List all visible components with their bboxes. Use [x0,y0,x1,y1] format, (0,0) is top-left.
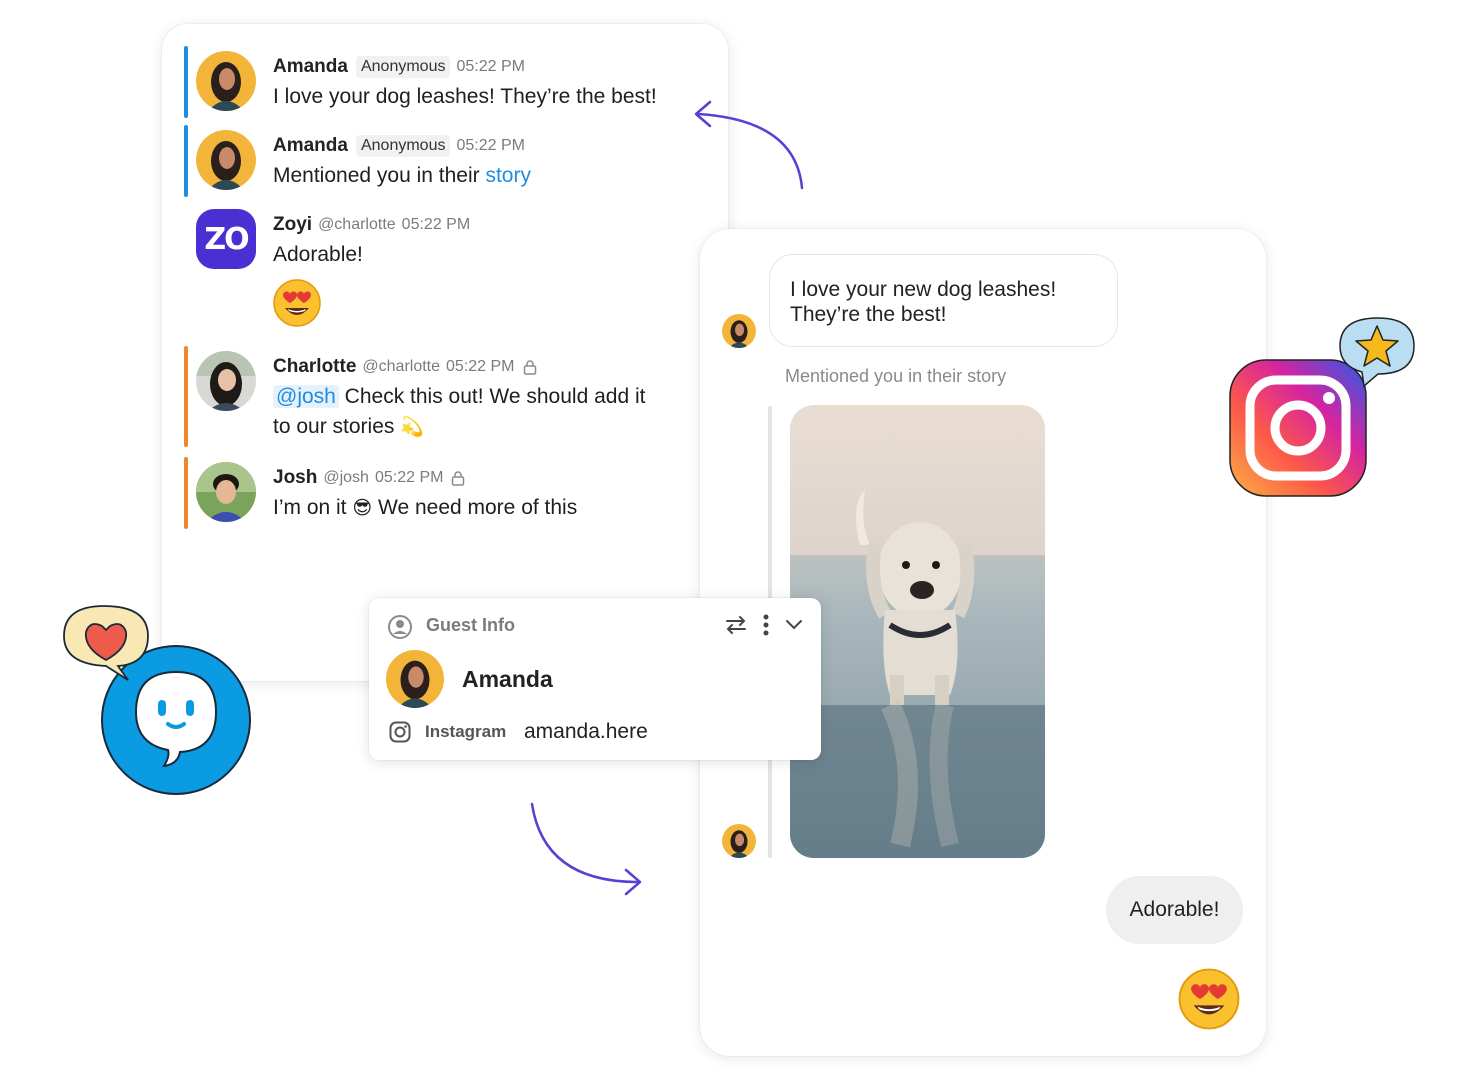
timestamp: 05:22 PM [374,469,444,486]
avatar-initials: ZO [204,221,249,257]
channel-label: Instagram [425,722,507,741]
chat-message[interactable]: Amanda Anonymous 05:22 PM I love your do… [184,46,704,118]
message-text: I love your dog leashes! They’re the bes… [273,85,657,108]
timestamp: 05:22 PM [401,216,471,233]
chat-mascot-icon [63,605,251,795]
avatar[interactable] [722,824,756,858]
mention-chip[interactable]: @josh [273,385,339,408]
story-link[interactable]: story [485,164,531,187]
chat-panel: Amanda Anonymous 05:22 PM I love your do… [162,24,728,681]
outgoing-message-bubble: Adorable! [1106,876,1243,944]
lock-icon [523,360,536,375]
guest-info-card: Guest Info Amanda Instagram amanda.here [369,598,821,760]
sender-handle: @josh [323,469,369,486]
instagram-outline-icon [389,721,411,743]
unread-bar [184,125,188,197]
channel-handle[interactable]: amanda.here [524,720,648,744]
curved-arrow-icon [694,100,804,190]
dizzy-emoji-icon: 💫 [400,417,424,438]
sender-name: Amanda [273,135,348,156]
message-text-part: We need more of this [372,496,578,519]
sender-name: Josh [273,467,318,488]
avatar[interactable] [196,51,256,111]
avatar[interactable] [196,130,256,190]
timestamp: 05:22 PM [456,137,525,154]
avatar[interactable] [386,650,444,708]
story-mention-label: Mentioned you in their story [785,366,1007,386]
sender-handle: @charlotte [362,358,441,375]
message-text: Adorable! [273,243,363,266]
chat-message[interactable]: Amanda Anonymous 05:22 PM Mentioned you … [184,125,704,197]
instagram-logo-icon [1229,317,1415,497]
story-photo[interactable] [790,405,1045,858]
chat-message[interactable]: Josh @josh 05:22 PM I’m on it 😎 We need … [184,457,704,529]
message-text: @josh Check this out! We should add it t… [273,382,645,443]
message-text: I’m on it 😎 We need more of this [273,493,577,524]
guest-name: Amanda [462,666,553,692]
sender-name: Amanda [273,56,348,77]
heart-eyes-emoji-icon [1177,967,1241,1036]
message-text-part: I’m on it [273,496,353,519]
timestamp: 05:22 PM [446,358,515,375]
message-text: Mentioned you in their story [273,161,531,191]
chat-message[interactable]: Charlotte @charlotte 05:22 PM @josh Chec… [184,346,704,447]
incoming-message-bubble: I love your new dog leashes! They’re the… [769,254,1118,347]
avatar[interactable] [196,462,256,522]
avatar[interactable] [722,314,756,348]
swap-icon[interactable] [725,615,747,635]
guest-info-title: Guest Info [426,615,515,635]
message-text-line1: Check this out! We should add it [338,385,646,408]
unread-bar [184,457,188,529]
avatar[interactable] [196,351,256,411]
unread-bar [184,46,188,118]
user-circle-icon [388,615,412,639]
anonymous-tag: Anonymous [355,135,451,157]
sender-name: Zoyi [273,214,313,235]
timestamp: 05:22 PM [456,58,525,75]
chevron-down-icon[interactable] [785,619,803,631]
anonymous-tag: Anonymous [355,56,451,78]
sunglasses-emoji-icon: 😎 [352,498,373,519]
message-text-prefix: Mentioned you in their [273,164,486,187]
chat-message[interactable]: ZO Zoyi @charlotte 05:22 PM Adorable! [184,204,704,334]
lock-icon [452,471,465,486]
sender-name: Charlotte [273,356,357,377]
more-vertical-icon[interactable] [763,614,769,636]
sender-handle: @charlotte [318,216,396,233]
message-text-line2: to our stories [273,415,395,438]
unread-bar [184,346,188,447]
curved-arrow-icon [530,802,642,896]
heart-eyes-emoji-icon [272,278,322,333]
zoyi-avatar[interactable]: ZO [196,209,256,269]
